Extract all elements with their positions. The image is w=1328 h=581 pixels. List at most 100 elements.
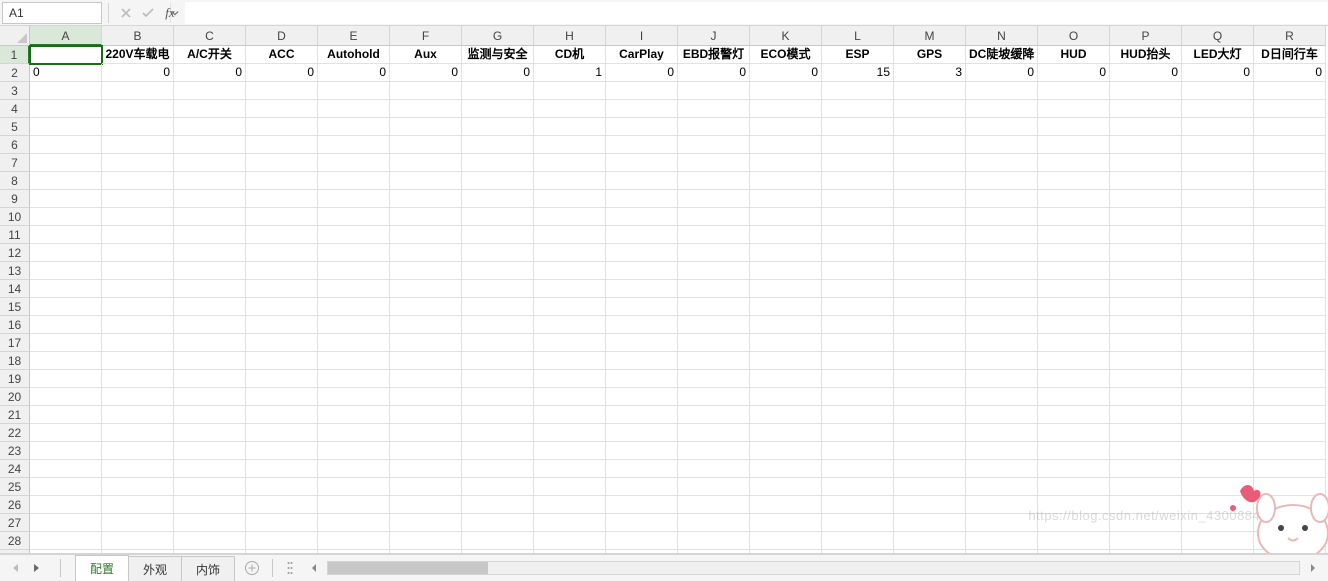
cell[interactable] [1038,550,1110,554]
cell[interactable] [750,100,822,118]
cells-area[interactable]: 220V车载电A/C开关ACCAutoholdAux监测与安全CD机CarPla… [30,46,1328,553]
cell[interactable] [102,478,174,496]
cell[interactable] [678,298,750,316]
row-header[interactable]: 13 [0,262,30,280]
cell[interactable] [606,460,678,478]
cell[interactable] [102,244,174,262]
cell[interactable] [750,208,822,226]
cell[interactable] [678,136,750,154]
cell[interactable] [102,154,174,172]
cell[interactable] [1254,244,1326,262]
cell[interactable] [534,424,606,442]
cell[interactable] [678,370,750,388]
cell[interactable] [966,442,1038,460]
cell[interactable] [1182,388,1254,406]
cell[interactable] [534,262,606,280]
cell[interactable] [678,478,750,496]
cell[interactable] [174,514,246,532]
cell[interactable] [462,172,534,190]
cell[interactable] [462,388,534,406]
cell[interactable] [318,460,390,478]
cell[interactable]: GPS [894,46,966,64]
cell[interactable] [390,100,462,118]
cell[interactable] [822,136,894,154]
cell[interactable] [102,100,174,118]
column-header[interactable]: O [1038,26,1110,46]
cell[interactable] [1110,82,1182,100]
cell[interactable] [1182,442,1254,460]
cell[interactable] [1254,424,1326,442]
cell[interactable] [894,496,966,514]
cell[interactable] [966,370,1038,388]
cell[interactable] [1182,496,1254,514]
cell[interactable] [462,298,534,316]
cell[interactable]: 0 [30,64,102,82]
cell[interactable] [390,280,462,298]
cell[interactable] [318,226,390,244]
cell[interactable] [606,226,678,244]
cell[interactable] [390,334,462,352]
cell[interactable]: 1 [534,64,606,82]
cell[interactable] [606,190,678,208]
cell[interactable] [30,478,102,496]
cell[interactable] [1254,496,1326,514]
cell[interactable] [1254,478,1326,496]
cell[interactable] [966,172,1038,190]
cell[interactable] [462,190,534,208]
cell[interactable] [750,154,822,172]
cell[interactable]: HUD [1038,46,1110,64]
cell[interactable] [462,262,534,280]
cell[interactable] [462,316,534,334]
cell[interactable]: DC陡坡缓降 [966,46,1038,64]
sheet-tab[interactable]: 外观 [128,556,182,581]
cell[interactable] [390,406,462,424]
cell[interactable] [174,172,246,190]
cell[interactable] [1254,388,1326,406]
cell[interactable] [1254,226,1326,244]
cell[interactable] [606,244,678,262]
cell[interactable] [966,208,1038,226]
cell[interactable] [30,388,102,406]
row-header[interactable]: 10 [0,208,30,226]
cell[interactable] [606,82,678,100]
insert-function-button[interactable]: fx [159,2,181,24]
cell[interactable] [1038,406,1110,424]
cell[interactable] [894,334,966,352]
cell[interactable] [894,460,966,478]
cell[interactable] [1038,316,1110,334]
row-header[interactable]: 23 [0,442,30,460]
cell[interactable] [30,118,102,136]
cell[interactable] [462,118,534,136]
cell[interactable] [606,532,678,550]
cell[interactable] [822,478,894,496]
cell[interactable] [822,370,894,388]
cell[interactable] [894,442,966,460]
cell[interactable] [462,532,534,550]
cell[interactable] [1254,298,1326,316]
cell[interactable] [534,514,606,532]
cell[interactable] [678,82,750,100]
cell[interactable] [534,496,606,514]
cell[interactable] [894,532,966,550]
cell[interactable] [678,208,750,226]
cell[interactable] [318,388,390,406]
cell[interactable] [30,136,102,154]
cell[interactable]: 15 [822,64,894,82]
cell[interactable] [534,352,606,370]
cell[interactable] [894,262,966,280]
cell[interactable] [966,424,1038,442]
cell[interactable] [1110,208,1182,226]
cell[interactable] [894,244,966,262]
cell[interactable] [1110,280,1182,298]
cell[interactable] [678,550,750,554]
cell[interactable] [750,190,822,208]
cell[interactable] [462,406,534,424]
cell[interactable] [30,262,102,280]
cell[interactable] [1038,334,1110,352]
cell[interactable] [966,496,1038,514]
cell[interactable] [1182,208,1254,226]
cell[interactable] [822,190,894,208]
cell[interactable] [174,316,246,334]
cell[interactable] [318,208,390,226]
cell[interactable] [1182,190,1254,208]
